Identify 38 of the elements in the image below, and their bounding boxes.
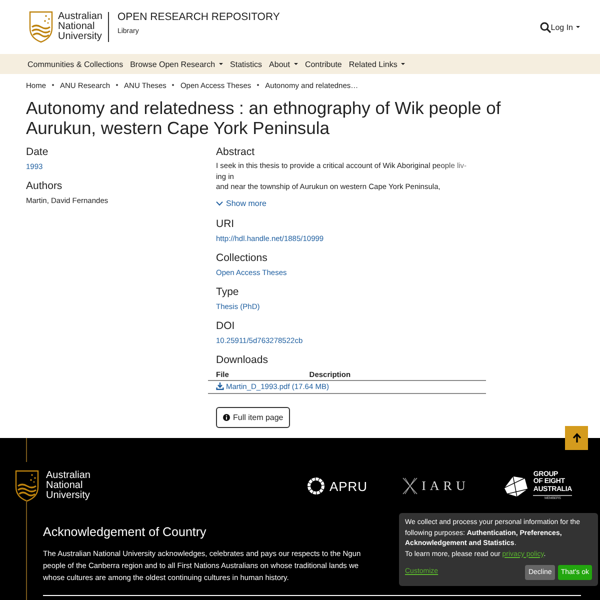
repository-title: OPEN RESEARCH REPOSITORY — [117, 11, 280, 23]
partner-logo-text: IARU — [422, 478, 470, 494]
nav-item[interactable]: About — [266, 60, 302, 68]
show-more-link[interactable]: Show more — [216, 198, 266, 208]
info-icon — [223, 414, 230, 421]
search-icon[interactable] — [540, 22, 551, 32]
cross-lines-icon — [402, 477, 418, 495]
ring-icon — [307, 477, 326, 495]
nav-item[interactable]: Related Links — [345, 60, 409, 68]
arrow-up-icon — [572, 433, 582, 443]
nav-item[interactable]: Communities & Collections — [24, 60, 127, 68]
full-item-page-button[interactable]: Full item page — [216, 407, 290, 428]
caret-icon — [219, 63, 224, 65]
crest-icon — [28, 10, 54, 44]
section-heading: Acknowledgement of Country — [43, 525, 208, 539]
field-label: Abstract — [216, 146, 256, 159]
field-label: Authors — [26, 180, 64, 193]
caret-icon — [294, 63, 298, 65]
login-menu[interactable]: Log In — [550, 22, 580, 32]
back-to-top-button[interactable] — [565, 426, 588, 450]
page-title: Autonomy and relatedness : an ethnography of Wik people of Aurukun, western Cape York Peninsula — [26, 98, 502, 138]
field-label: URI — [216, 218, 236, 230]
field-label: Date — [26, 146, 50, 159]
field-label: Type — [216, 286, 240, 298]
field-label: DOI — [216, 320, 236, 332]
field-label: Collections — [216, 252, 268, 264]
field-label: Downloads — [216, 354, 269, 366]
caret-icon — [401, 63, 406, 65]
partner-logo-text: APRU — [329, 478, 368, 494]
logo-text: Australian National University — [46, 471, 90, 501]
nav-item[interactable]: Contribute — [301, 60, 346, 68]
logo-text: Australian National University — [58, 12, 102, 42]
crest-icon — [14, 469, 40, 503]
download-icon — [216, 382, 224, 390]
nav-item[interactable]: Statistics — [226, 60, 266, 68]
nav-item[interactable]: Browse Open Research — [126, 60, 227, 68]
polygon-mark-icon — [503, 474, 530, 498]
chevron-down-icon — [216, 200, 223, 206]
